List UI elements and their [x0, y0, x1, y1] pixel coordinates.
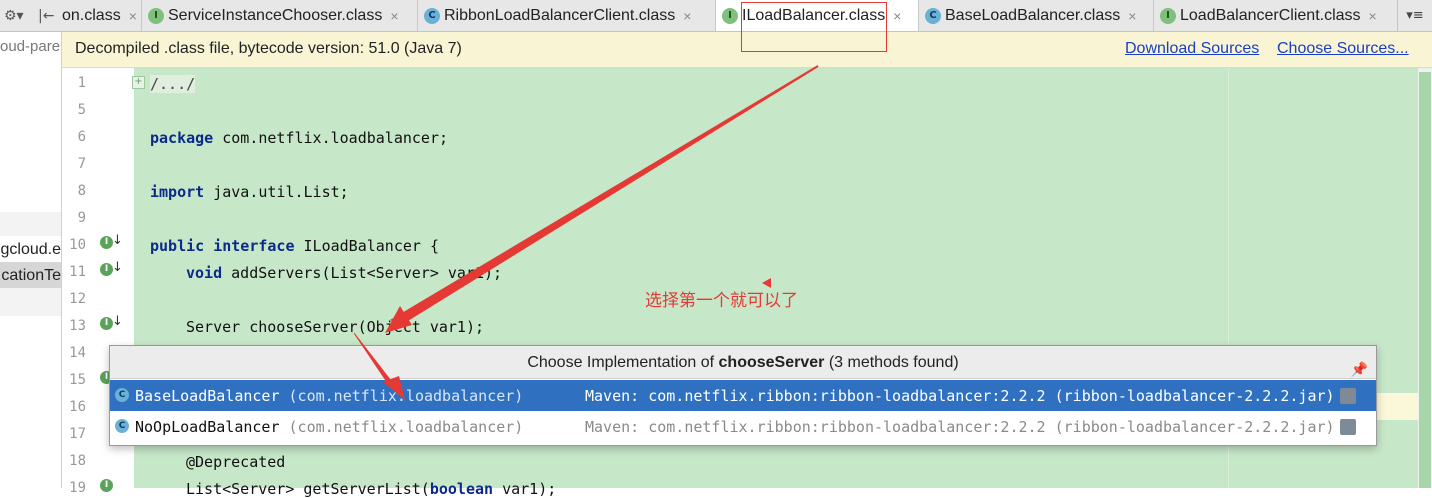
tab-application-class[interactable]: on.class ×	[62, 0, 142, 31]
popup-title-suffix: (3 methods found)	[824, 354, 959, 371]
project-panel: oud-pare gcloud.e cationTe	[0, 32, 62, 488]
code-line: public interface ILoadBalancer {	[150, 237, 439, 255]
info-bar-message: Decompiled .class file, bytecode version…	[75, 40, 462, 57]
down-arrow-icon: ↓	[112, 260, 123, 275]
tab-loadbalancerclient[interactable]: I LoadBalancerClient.class ×	[1154, 0, 1398, 31]
line-number: 6	[77, 129, 86, 145]
class-icon: C	[424, 7, 440, 24]
implementation-name: NoOpLoadBalancer (com.netflix.loadbalanc…	[135, 418, 524, 436]
popup-title-method: chooseServer	[718, 354, 825, 371]
choose-implementation-popup[interactable]: Choose Implementation of chooseServer (3…	[109, 345, 1377, 446]
keyword: public	[150, 237, 205, 255]
tab-overflow-menu-icon[interactable]: ▾≡	[1397, 0, 1432, 31]
close-icon[interactable]: ×	[1128, 8, 1136, 24]
keyword: interface	[213, 237, 295, 255]
tab-label: ServiceInstanceChooser.class	[168, 6, 383, 24]
code-line: package com.netflix.loadbalancer;	[150, 129, 448, 147]
choose-sources-link[interactable]: Choose Sources...	[1277, 40, 1409, 58]
line-number: 10	[69, 237, 86, 253]
library-icon	[1340, 419, 1356, 435]
line-number: 7	[77, 156, 86, 172]
line-number: 15	[69, 372, 86, 388]
settings-gear-icon[interactable]: ⚙▾	[4, 6, 24, 26]
class-icon: C	[925, 7, 941, 24]
line-number: 18	[69, 453, 86, 469]
fold-expand-icon[interactable]: +	[132, 76, 145, 89]
close-icon[interactable]: ×	[129, 8, 137, 24]
project-tree-item[interactable]: oud-pare	[0, 38, 60, 55]
folded-region[interactable]: /.../	[150, 75, 196, 93]
implementation-row[interactable]: C NoOpLoadBalancer (com.netflix.loadbala…	[110, 411, 1376, 442]
tab-label: BaseLoadBalancer.class	[945, 6, 1121, 24]
annotation-note: 选择第一个就可以了	[645, 291, 798, 311]
interface-icon: I	[1160, 7, 1176, 24]
tab-ribbonloadbalancerclient[interactable]: C RibbonLoadBalancerClient.class ×	[418, 0, 716, 31]
class-icon: C	[115, 419, 129, 433]
line-number: 19	[69, 480, 86, 496]
scrollbar-thumb[interactable]	[1419, 72, 1431, 488]
interface-icon: I	[148, 7, 164, 24]
tab-baseloadbalancer[interactable]: C BaseLoadBalancer.class ×	[919, 0, 1154, 31]
line-number: 1	[77, 75, 86, 91]
implementation-row-selected[interactable]: C BaseLoadBalancer (com.netflix.loadbala…	[110, 380, 1376, 411]
code-text: addServers(List<Server> var1);	[222, 264, 503, 282]
code-line: Server chooseServer(Object var1);	[186, 318, 485, 336]
keyword: import	[150, 183, 205, 201]
close-icon[interactable]: ×	[893, 8, 901, 24]
tab-label: RibbonLoadBalancerClient.class	[444, 6, 676, 24]
popup-title-prefix: Choose Implementation of	[527, 354, 719, 371]
code-line: /.../	[150, 75, 196, 93]
line-number: 12	[69, 291, 86, 307]
implemented-marker-icon[interactable]: I	[100, 479, 113, 492]
keyword: void	[186, 264, 223, 282]
code-text: com.netflix.loadbalancer;	[213, 129, 449, 147]
tab-label: on.class	[62, 6, 121, 24]
collapse-left-icon[interactable]: |←	[38, 6, 54, 26]
code-line: List<Server> getServerList(boolean var1)…	[186, 480, 556, 498]
close-icon[interactable]: ×	[683, 8, 691, 24]
project-tree-item[interactable]: gcloud.e	[0, 241, 62, 259]
popup-header: Choose Implementation of chooseServer (3…	[110, 346, 1376, 379]
line-number: 16	[69, 399, 86, 415]
down-arrow-icon: ↓	[112, 233, 123, 248]
close-icon[interactable]: ×	[1369, 8, 1377, 24]
tab-iloadbalancer[interactable]: I ILoadBalancer.class ×	[716, 0, 919, 31]
keyword: package	[150, 129, 214, 147]
keyword: boolean	[429, 480, 494, 498]
line-number: 9	[77, 210, 86, 226]
implementation-library: Maven: com.netflix.ribbon:ribbon-loadbal…	[585, 387, 1335, 405]
code-text: ILoadBalancer {	[294, 237, 439, 255]
library-icon	[1340, 388, 1356, 404]
code-text: List<Server> getServerList(	[186, 480, 430, 498]
line-number: 17	[69, 426, 86, 442]
close-icon[interactable]: ×	[390, 8, 398, 24]
line-number: 5	[77, 102, 86, 118]
code-text: java.util.List;	[204, 183, 349, 201]
implementation-package: (com.netflix.loadbalancer)	[279, 387, 524, 405]
project-tree-item[interactable]: cationTe	[0, 267, 61, 285]
code-line: @Deprecated	[186, 453, 286, 471]
line-number: 13	[69, 318, 86, 334]
editor-tab-bar: ⚙▾ |← on.class × I ServiceInstanceChoose…	[0, 0, 1432, 32]
code-line: void addServers(List<Server> var1);	[186, 264, 502, 282]
line-number: 14	[69, 345, 86, 361]
tab-serviceinstancechooser[interactable]: I ServiceInstanceChooser.class ×	[142, 0, 418, 31]
implementation-package: (com.netflix.loadbalancer)	[279, 418, 524, 436]
code-text: var1);	[493, 480, 557, 498]
line-number: 11	[69, 264, 86, 280]
tab-label: LoadBalancerClient.class	[1180, 6, 1361, 24]
implementation-name: BaseLoadBalancer (com.netflix.loadbalanc…	[135, 387, 524, 405]
line-number: 8	[77, 183, 86, 199]
decompiled-info-bar: Decompiled .class file, bytecode version…	[62, 32, 1432, 68]
interface-icon: I	[722, 7, 738, 24]
down-arrow-icon: ↓	[112, 314, 123, 329]
code-line: import java.util.List;	[150, 183, 349, 201]
class-icon: C	[115, 388, 129, 402]
tab-label: ILoadBalancer.class	[742, 6, 886, 24]
implementation-library: Maven: com.netflix.ribbon:ribbon-loadbal…	[585, 418, 1335, 436]
download-sources-link[interactable]: Download Sources	[1125, 40, 1259, 58]
